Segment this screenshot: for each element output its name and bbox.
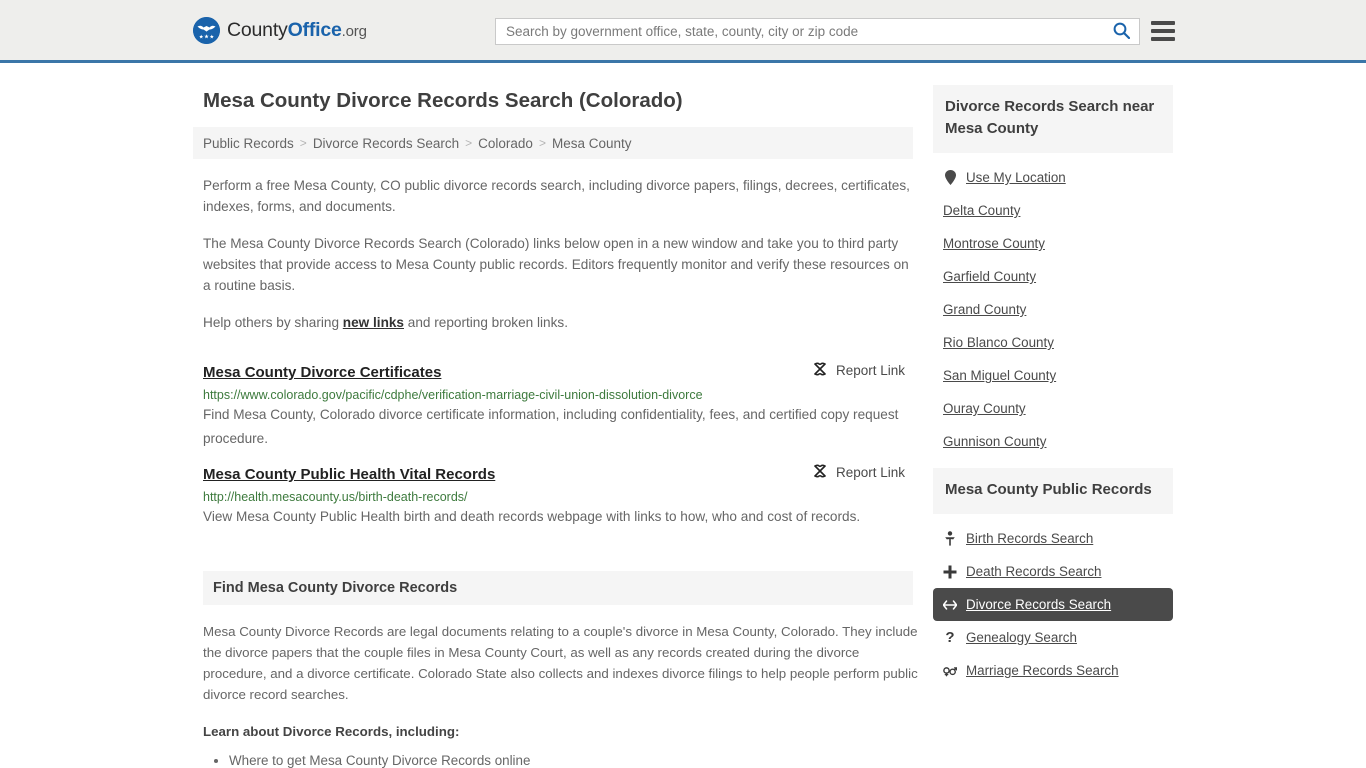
sidebar-item-grand-county[interactable]: Grand County — [933, 293, 1173, 326]
sidebar: Divorce Records Search near Mesa County … — [933, 63, 1173, 768]
sidebar-item-rio-blanco-county[interactable]: Rio Blanco County — [933, 326, 1173, 359]
hamburger-bar-1 — [1151, 21, 1175, 25]
public-records-list: Birth Records Search Death Records Searc… — [933, 514, 1173, 687]
sidebar-link-label[interactable]: Genealogy Search — [966, 630, 1077, 645]
report-link-button[interactable]: Report Link — [812, 361, 905, 380]
brand-part-county: County — [227, 18, 288, 41]
sidebar-item-divorce-records-search[interactable]: Divorce Records Search — [933, 588, 1173, 621]
new-links-link[interactable]: new links — [343, 315, 404, 330]
male-female-icon — [943, 664, 957, 677]
find-records-section-header: Find Mesa County Divorce Records — [203, 571, 913, 605]
nearby-searches-heading: Divorce Records Search near Mesa County — [933, 85, 1173, 153]
breadcrumb-item-public-records[interactable]: Public Records — [203, 136, 294, 151]
report-link-label: Report Link — [835, 363, 905, 378]
result-header: Mesa County Divorce Certificates Report … — [203, 361, 913, 381]
intro-p3-before: Help others by sharing — [203, 315, 343, 330]
site-header: CountyOffice.org — [0, 0, 1366, 63]
breadcrumb-separator: > — [299, 136, 307, 150]
search-icon — [1113, 22, 1130, 42]
breadcrumb-item-colorado[interactable]: Colorado — [478, 136, 533, 151]
report-link-button[interactable]: Report Link — [812, 463, 905, 482]
find-records-paragraph: Mesa County Divorce Records are legal do… — [203, 624, 918, 702]
result-header: Mesa County Public Health Vital Records … — [203, 463, 913, 483]
breadcrumb-separator: > — [538, 136, 546, 150]
sidebar-item-birth-records-search[interactable]: Birth Records Search — [933, 522, 1173, 555]
nearby-searches-card: Divorce Records Search near Mesa County … — [933, 85, 1173, 458]
eagle-logo-icon — [193, 16, 220, 44]
sidebar-item-marriage-records-search[interactable]: Marriage Records Search — [933, 654, 1173, 687]
sidebar-item-garfield-county[interactable]: Garfield County — [933, 260, 1173, 293]
result-item: Mesa County Public Health Vital Records … — [203, 451, 913, 529]
result-item: Mesa County Divorce Certificates Report … — [203, 349, 913, 451]
learn-about-heading: Learn about Divorce Records, including: — [203, 724, 460, 739]
sidebar-item-death-records-search[interactable]: Death Records Search — [933, 555, 1173, 588]
result-title-link[interactable]: Mesa County Public Health Vital Records — [203, 466, 495, 483]
sidebar-item-san-miguel-county[interactable]: San Miguel County — [933, 359, 1173, 392]
public-records-card: Mesa County Public Records Birth Records… — [933, 468, 1173, 687]
sidebar-link-label[interactable]: Use My Location — [966, 170, 1066, 185]
sidebar-link-label[interactable]: San Miguel County — [943, 368, 1056, 383]
search-button[interactable] — [1103, 19, 1139, 44]
report-link-label: Report Link — [835, 465, 905, 480]
sidebar-link-label[interactable]: Marriage Records Search — [966, 663, 1119, 678]
sidebar-link-label[interactable]: Garfield County — [943, 269, 1036, 284]
broken-link-icon — [812, 361, 828, 380]
sidebar-link-label[interactable]: Ouray County — [943, 401, 1026, 416]
site-logo[interactable]: CountyOffice.org — [193, 16, 367, 44]
sidebar-item-gunnison-county[interactable]: Gunnison County — [933, 425, 1173, 458]
brand-part-office: Office — [287, 18, 342, 41]
sidebar-link-label[interactable]: Death Records Search — [966, 564, 1101, 579]
public-records-heading: Mesa County Public Records — [933, 468, 1173, 514]
result-title-link[interactable]: Mesa County Divorce Certificates — [203, 364, 441, 381]
sidebar-link-label[interactable]: Delta County — [943, 203, 1020, 218]
sidebar-link-label[interactable]: Birth Records Search — [966, 531, 1093, 546]
sidebar-link-label[interactable]: Rio Blanco County — [943, 335, 1054, 350]
intro-paragraph-1: Perform a free Mesa County, CO public di… — [203, 178, 910, 214]
baby-icon — [943, 531, 957, 546]
cross-icon — [943, 565, 957, 579]
breadcrumb-item-mesa-county: Mesa County — [551, 135, 632, 151]
breadcrumb-item-divorce-records-search[interactable]: Divorce Records Search — [313, 136, 459, 151]
brand-part-tld: .org — [341, 22, 367, 40]
list-item: Where to get Mesa County Divorce Records… — [229, 750, 918, 768]
intro-paragraph-2: The Mesa County Divorce Records Search (… — [203, 236, 909, 293]
sidebar-item-genealogy-search[interactable]: ? Genealogy Search — [933, 621, 1173, 654]
search-bar — [495, 18, 1140, 45]
sidebar-item-delta-county[interactable]: Delta County — [933, 194, 1173, 227]
sidebar-item-ouray-county[interactable]: Ouray County — [933, 392, 1173, 425]
sidebar-link-label[interactable]: Divorce Records Search — [966, 597, 1111, 612]
intro-p3-after: and reporting broken links. — [404, 315, 568, 330]
breadcrumb-separator: > — [465, 136, 473, 150]
sidebar-link-label[interactable]: Montrose County — [943, 236, 1045, 251]
map-pin-icon — [943, 170, 957, 185]
brand-wordmark: CountyOffice.org — [227, 19, 367, 42]
result-description: Find Mesa County, Colorado divorce certi… — [203, 407, 899, 446]
broken-link-icon — [812, 463, 828, 482]
search-input[interactable] — [496, 19, 1103, 44]
result-description: View Mesa County Public Health birth and… — [203, 509, 861, 524]
intro-paragraph-3: Help others by sharing new links and rep… — [203, 312, 913, 333]
result-url[interactable]: https://www.colorado.gov/pacific/cdphe/v… — [203, 388, 913, 402]
learn-about-list: Where to get Mesa County Divorce Records… — [229, 750, 918, 768]
intro-text: Perform a free Mesa County, CO public di… — [193, 175, 913, 333]
main-content: Mesa County Divorce Records Search (Colo… — [193, 63, 933, 768]
sidebar-item-use-my-location[interactable]: Use My Location — [933, 161, 1173, 194]
nearby-searches-list: Use My Location Delta County Montrose Co… — [933, 153, 1173, 458]
find-records-body: Mesa County Divorce Records are legal do… — [203, 621, 918, 768]
question-mark-icon: ? — [945, 629, 955, 646]
page-title: Mesa County Divorce Records Search (Colo… — [203, 89, 683, 112]
hamburger-bar-3 — [1151, 37, 1175, 41]
left-right-arrow-icon — [943, 599, 957, 611]
sidebar-item-montrose-county[interactable]: Montrose County — [933, 227, 1173, 260]
breadcrumb: Public Records > Divorce Records Search … — [193, 127, 913, 159]
result-url[interactable]: http://health.mesacounty.us/birth-death-… — [203, 490, 913, 504]
menu-button[interactable] — [1151, 21, 1175, 41]
hamburger-bar-2 — [1151, 29, 1175, 33]
sidebar-link-label[interactable]: Grand County — [943, 302, 1026, 317]
find-records-heading: Find Mesa County Divorce Records — [213, 580, 458, 596]
sidebar-link-label[interactable]: Gunnison County — [943, 434, 1046, 449]
